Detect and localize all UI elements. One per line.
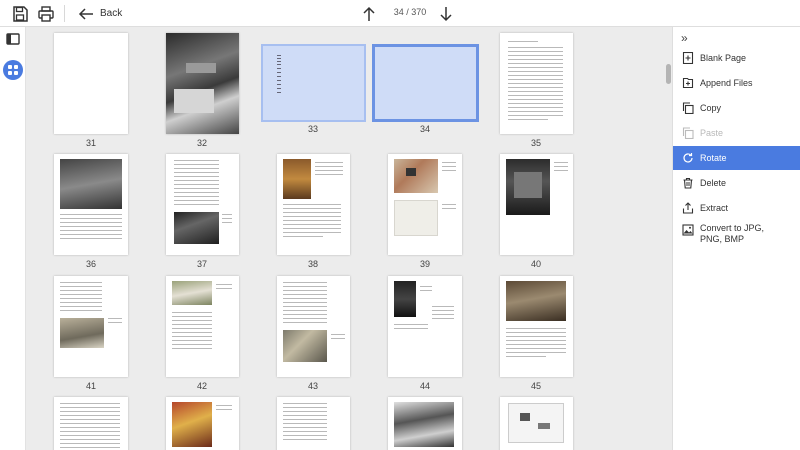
page-thumbnail[interactable] — [166, 33, 239, 134]
menu-label: Blank Page — [700, 53, 747, 63]
left-rail — [0, 27, 26, 450]
menu-label: Copy — [700, 103, 722, 113]
page-number: 37 — [196, 259, 207, 269]
page-number: 35 — [530, 138, 541, 148]
page-thumbnail[interactable] — [166, 276, 239, 377]
save-button[interactable] — [10, 4, 30, 23]
page-thumbnail[interactable] — [54, 276, 128, 377]
grid-view-icon — [8, 65, 18, 75]
page-number: 31 — [85, 138, 96, 148]
page-thumbnail[interactable] — [277, 397, 350, 450]
menu-label: Paste — [700, 128, 724, 138]
toolbar-separator — [64, 5, 65, 22]
page-thumbnail[interactable] — [500, 276, 573, 377]
double-chevron-right-icon: » — [681, 31, 688, 45]
arrow-down-icon — [440, 6, 452, 21]
page-thumbnail-selected[interactable] — [372, 44, 479, 122]
menu-label: Extract — [700, 203, 729, 213]
page-number: 33 — [307, 124, 318, 134]
append-files-icon — [682, 77, 694, 89]
rotate-button[interactable]: Rotate — [673, 146, 800, 170]
menu-label: Append Files — [700, 78, 753, 88]
blank-page-button[interactable]: Blank Page — [673, 46, 800, 70]
image-icon — [682, 224, 694, 236]
page-number: 44 — [419, 381, 430, 391]
page-number: 43 — [307, 381, 318, 391]
append-files-button[interactable]: Append Files — [673, 71, 800, 95]
grid-view-button[interactable] — [3, 60, 23, 80]
copy-icon — [682, 102, 694, 114]
page-thumbnail[interactable] — [166, 397, 239, 450]
page-number: 38 — [307, 259, 318, 269]
page-number: 42 — [196, 381, 207, 391]
convert-to-image-button[interactable]: Convert to JPG, PNG, BMP — [673, 222, 800, 250]
page-thumbnail-selected[interactable] — [261, 44, 366, 122]
grid-scrollbar-thumb[interactable] — [666, 64, 671, 84]
page-number: 34 — [419, 124, 430, 134]
arrow-left-icon — [78, 7, 93, 20]
page-thumbnail[interactable] — [500, 154, 573, 255]
next-page-button[interactable] — [439, 4, 453, 23]
page-thumbnail[interactable] — [388, 154, 462, 255]
copy-button[interactable]: Copy — [673, 96, 800, 120]
extract-button[interactable]: Extract — [673, 196, 800, 220]
page-number: 45 — [530, 381, 541, 391]
page-thumbnail[interactable] — [500, 397, 573, 450]
trash-icon — [683, 177, 693, 189]
previous-page-button[interactable] — [362, 4, 376, 23]
page-indicator: 34 / 370 — [393, 7, 427, 17]
page-thumbnail[interactable] — [388, 276, 462, 377]
back-button[interactable]: Back — [78, 4, 126, 23]
printer-icon — [38, 5, 54, 22]
page-number: 36 — [85, 259, 96, 269]
menu-label: Delete — [700, 178, 727, 188]
blank-page-icon — [682, 52, 694, 64]
page-thumbnail-grid[interactable]: 31 32 33 34 35 36 37 38 39 40 41 42 43 4… — [26, 27, 672, 450]
paste-icon — [682, 127, 694, 139]
page-number: 41 — [85, 381, 96, 391]
sidebar-panel-icon — [6, 33, 20, 45]
page-number: 32 — [196, 138, 207, 148]
page-actions-panel: » Blank Page Append Files Copy Paste Rot… — [672, 27, 800, 450]
page-thumbnail[interactable] — [166, 154, 239, 255]
top-toolbar: Back 34 / 370 — [0, 0, 800, 27]
page-thumbnail[interactable] — [54, 154, 128, 255]
sidebar-toggle-button[interactable] — [3, 29, 23, 49]
menu-label: Convert to JPG, PNG, BMP — [700, 223, 765, 244]
extract-icon — [682, 202, 694, 214]
rotate-icon — [683, 153, 693, 163]
page-thumbnail[interactable] — [54, 33, 128, 134]
save-icon — [13, 5, 28, 22]
page-thumbnail[interactable] — [54, 397, 128, 450]
collapse-panel-button[interactable]: » — [681, 31, 688, 45]
page-thumbnail[interactable] — [277, 276, 350, 377]
paste-button[interactable]: Paste — [673, 121, 800, 145]
page-thumbnail[interactable] — [388, 397, 462, 450]
print-button[interactable] — [36, 4, 56, 23]
page-thumbnail[interactable] — [277, 154, 350, 255]
arrow-up-icon — [363, 6, 375, 21]
page-number: 39 — [419, 259, 430, 269]
delete-button[interactable]: Delete — [673, 171, 800, 195]
page-thumbnail[interactable] — [500, 33, 573, 134]
menu-label: Rotate — [700, 153, 727, 163]
back-label: Back — [100, 8, 123, 19]
page-number: 40 — [530, 259, 541, 269]
